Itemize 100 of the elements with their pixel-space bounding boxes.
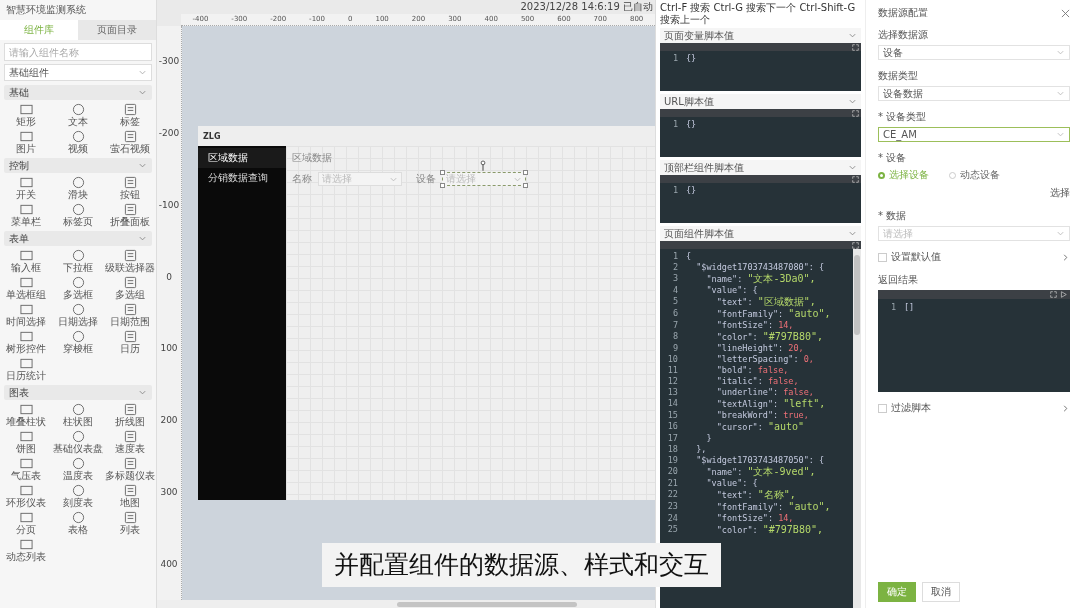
code-line: "$widget1703743487050": { bbox=[695, 455, 825, 466]
component-item[interactable]: 矩形 bbox=[0, 102, 52, 129]
ruler-label: -100 bbox=[158, 199, 180, 211]
menu-item[interactable]: 分销数据查询 bbox=[198, 168, 286, 188]
scrollbar-thumb[interactable] bbox=[854, 255, 860, 335]
field-label: 数据类型 bbox=[878, 69, 918, 83]
checkbox[interactable] bbox=[878, 403, 887, 413]
widget-icon bbox=[71, 403, 85, 416]
component-item[interactable]: 下拉框 bbox=[52, 248, 104, 275]
component-item[interactable]: 标签页 bbox=[52, 202, 104, 229]
code-editor[interactable] bbox=[660, 249, 861, 608]
component-item[interactable]: 萤石视频 bbox=[104, 129, 156, 156]
component-item[interactable]: 环形仪表 bbox=[0, 483, 52, 510]
resize-handle[interactable] bbox=[523, 170, 528, 175]
component-item[interactable]: 穿梭框 bbox=[52, 329, 104, 356]
select-link[interactable]: 选择 bbox=[1050, 186, 1070, 200]
widget-icon bbox=[19, 457, 33, 470]
panel-header[interactable]: 页面变量脚本值 bbox=[660, 28, 861, 43]
fullscreen-icon[interactable] bbox=[852, 109, 859, 117]
component-item[interactable]: 气压表 bbox=[0, 456, 52, 483]
resize-handle[interactable] bbox=[440, 170, 445, 175]
panel-header[interactable]: 页面组件脚本值 bbox=[660, 226, 861, 241]
code-line: { bbox=[686, 251, 692, 262]
widget-icon bbox=[71, 484, 85, 497]
play-icon[interactable] bbox=[1060, 291, 1067, 298]
line-number: 1 bbox=[671, 119, 679, 130]
checkbox[interactable] bbox=[878, 252, 887, 262]
select-field[interactable]: 设备 bbox=[878, 45, 1070, 60]
app-title: 智慧环境监测系统 bbox=[5, 3, 87, 17]
chevron-right-icon[interactable] bbox=[1061, 252, 1070, 262]
component-item[interactable]: 标签 bbox=[104, 102, 156, 129]
select-field[interactable]: 设备数据 bbox=[878, 86, 1070, 101]
scrollbar-thumb[interactable] bbox=[397, 601, 577, 607]
panel-header[interactable]: URL脚本值 bbox=[660, 94, 861, 109]
rotate-handle-icon[interactable] bbox=[480, 160, 486, 171]
component-item[interactable]: 温度表 bbox=[52, 456, 104, 483]
radio-option[interactable]: 动态设备 bbox=[949, 168, 1000, 182]
component-item[interactable]: 日历统计 bbox=[0, 356, 52, 383]
component-item[interactable]: 基础仪表盘 bbox=[52, 429, 104, 456]
component-item[interactable]: 时间选择 bbox=[0, 302, 52, 329]
component-item[interactable]: 表格 bbox=[52, 510, 104, 537]
component-item[interactable]: 按钮 bbox=[104, 175, 156, 202]
fullscreen-icon[interactable] bbox=[1050, 291, 1057, 298]
component-item[interactable]: 动态列表 bbox=[0, 537, 52, 564]
component-item[interactable]: 柱状图 bbox=[52, 402, 104, 429]
resize-handle[interactable] bbox=[523, 183, 528, 188]
panel-header[interactable]: 顶部栏组件脚本值 bbox=[660, 160, 861, 175]
component-item[interactable]: 树形控件 bbox=[0, 329, 52, 356]
section-header[interactable]: 表单 bbox=[4, 231, 152, 246]
component-item[interactable]: 级联选择器 bbox=[104, 248, 156, 275]
component-item[interactable]: 文本 bbox=[52, 102, 104, 129]
component-item[interactable]: 多选框 bbox=[52, 275, 104, 302]
component-item[interactable]: 日期选择 bbox=[52, 302, 104, 329]
component-item[interactable]: 堆叠柱状 bbox=[0, 402, 52, 429]
checkbox-option[interactable]: 设置默认值 bbox=[878, 250, 941, 264]
chevron-right-icon[interactable] bbox=[1061, 403, 1070, 413]
close-icon[interactable] bbox=[1061, 8, 1070, 18]
search-field[interactable]: 请输入组件名称 bbox=[4, 43, 152, 61]
component-item[interactable]: 列表 bbox=[104, 510, 156, 537]
radio-button[interactable] bbox=[878, 171, 885, 179]
component-item[interactable]: 视频 bbox=[52, 129, 104, 156]
code-line: [] bbox=[904, 302, 915, 313]
component-item[interactable]: 多选组 bbox=[104, 275, 156, 302]
code-editor[interactable]: 1 {} bbox=[660, 183, 861, 223]
component-item[interactable]: 多标题仪表 bbox=[104, 456, 156, 483]
dialog-button[interactable]: 取消 bbox=[922, 582, 960, 602]
fullscreen-icon[interactable] bbox=[852, 175, 859, 183]
component-item[interactable]: 日历 bbox=[104, 329, 156, 356]
component-item[interactable]: 折线图 bbox=[104, 402, 156, 429]
select-field[interactable]: CE_AM bbox=[878, 127, 1070, 142]
component-item[interactable]: 开关 bbox=[0, 175, 52, 202]
component-item[interactable]: 饼图 bbox=[0, 429, 52, 456]
resize-handle[interactable] bbox=[440, 183, 445, 188]
widget-icon bbox=[19, 249, 33, 262]
component-item[interactable]: 分页 bbox=[0, 510, 52, 537]
component-item[interactable]: 地图 bbox=[104, 483, 156, 510]
category-dropdown[interactable]: 基础组件 bbox=[4, 64, 152, 81]
code-editor[interactable]: 1 {} bbox=[660, 117, 861, 157]
fullscreen-icon[interactable] bbox=[852, 43, 859, 51]
component-item[interactable]: 折叠面板 bbox=[104, 202, 156, 229]
menu-item[interactable]: 区域数据 bbox=[198, 148, 286, 168]
fullscreen-icon[interactable] bbox=[852, 241, 859, 249]
component-item[interactable]: 图片 bbox=[0, 129, 52, 156]
panel-tab[interactable]: 页面目录 bbox=[78, 20, 156, 40]
line-number: 10 bbox=[666, 354, 679, 365]
component-item[interactable]: 滑块 bbox=[52, 175, 104, 202]
component-item[interactable]: 速度表 bbox=[104, 429, 156, 456]
code-line: "fontFamily": "auto", bbox=[715, 308, 831, 320]
component-item[interactable]: 输入框 bbox=[0, 248, 52, 275]
section-header[interactable]: 控制 bbox=[4, 158, 152, 173]
code-line: {} bbox=[686, 185, 697, 196]
component-item[interactable]: 单选框组 bbox=[0, 275, 52, 302]
section-header[interactable]: 图表 bbox=[4, 385, 152, 400]
component-item[interactable]: 刻度表 bbox=[52, 483, 104, 510]
code-editor[interactable]: 1 [] bbox=[878, 299, 1070, 392]
component-item[interactable]: 菜单栏 bbox=[0, 202, 52, 229]
checkbox-option[interactable]: 过滤脚本 bbox=[878, 401, 931, 415]
section-header[interactable]: 基础 bbox=[4, 85, 152, 100]
component-item[interactable]: 日期范围 bbox=[104, 302, 156, 329]
code-editor[interactable]: 1 {} bbox=[660, 51, 861, 91]
